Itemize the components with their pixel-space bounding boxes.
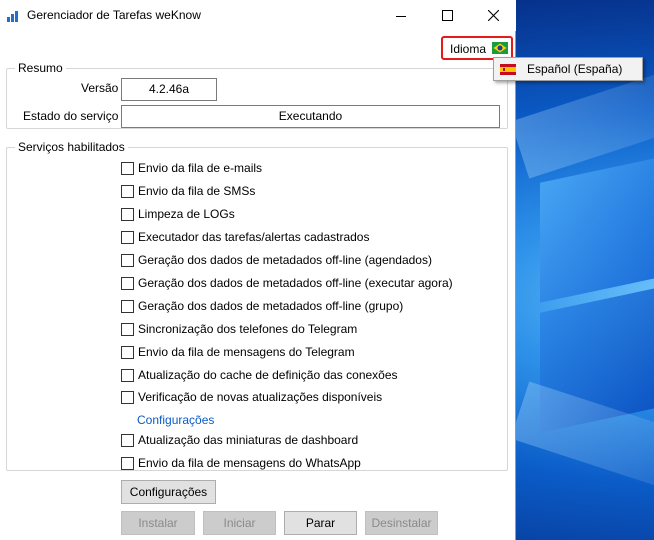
- service-status-field: Executando: [121, 105, 500, 128]
- service-label: Envio da fila de e-mails: [138, 161, 263, 175]
- close-button[interactable]: [470, 0, 516, 31]
- service-label: Envio da fila de SMSs: [138, 184, 256, 198]
- checkbox[interactable]: [121, 230, 134, 244]
- service-checkbox-row[interactable]: Envio da fila de e-mails: [121, 159, 262, 177]
- service-label: Limpeza de LOGs: [138, 207, 235, 221]
- service-label: Executador das tarefas/alertas cadastrad…: [138, 230, 370, 244]
- language-menu-item-es[interactable]: Español (España): [494, 58, 642, 80]
- language-label: Idioma: [450, 42, 487, 56]
- start-button[interactable]: Iniciar: [203, 511, 276, 535]
- checkbox[interactable]: [121, 253, 134, 267]
- title-bar: Gerenciador de Tarefas weKnow: [0, 0, 516, 31]
- brazil-flag-icon: [492, 42, 508, 54]
- checkbox[interactable]: [121, 456, 134, 470]
- service-checkbox-row[interactable]: Executador das tarefas/alertas cadastrad…: [121, 228, 369, 246]
- app-window: Gerenciador de Tarefas weKnow Idioma Res…: [0, 0, 516, 540]
- window-title: Gerenciador de Tarefas weKnow: [27, 8, 201, 22]
- checkbox[interactable]: [121, 276, 134, 290]
- bar-chart-icon: [7, 10, 21, 22]
- service-label: Atualização das miniaturas de dashboard: [138, 433, 359, 447]
- stop-button[interactable]: Parar: [284, 511, 357, 535]
- spain-flag-icon: [500, 64, 516, 75]
- window-logo-pane: [540, 157, 654, 303]
- service-checkbox-row[interactable]: Atualização do cache de definição das co…: [121, 366, 398, 384]
- checkbox[interactable]: [121, 161, 134, 175]
- minimize-button[interactable]: [378, 0, 424, 31]
- service-label: Geração dos dados de metadados off-line …: [138, 276, 453, 290]
- version-label: Versão: [81, 81, 119, 95]
- service-label: Sincronização dos telefones do Telegram: [138, 322, 358, 336]
- version-field: 4.2.46a: [121, 78, 217, 101]
- service-checkbox-row[interactable]: Geração dos dados de metadados off-line …: [121, 251, 432, 269]
- checkbox[interactable]: [121, 345, 134, 359]
- service-checkbox-row[interactable]: Atualização das miniaturas de dashboard: [121, 431, 358, 449]
- checkbox[interactable]: [121, 184, 134, 198]
- checkbox[interactable]: [121, 207, 134, 221]
- services-group-title: Serviços habilitados: [15, 140, 128, 154]
- service-label: Atualização do cache de definição das co…: [138, 368, 398, 382]
- service-checkbox-row[interactable]: Geração dos dados de metadados off-line …: [121, 297, 403, 315]
- service-label: Geração dos dados de metadados off-line …: [138, 299, 404, 313]
- summary-group-title: Resumo: [15, 61, 66, 75]
- checkbox[interactable]: [121, 299, 134, 313]
- settings-button[interactable]: Configurações: [121, 480, 216, 504]
- service-checkbox-row[interactable]: Sincronização dos telefones do Telegram: [121, 320, 357, 338]
- service-label: Geração dos dados de metadados off-line …: [138, 253, 432, 267]
- service-label: Envio da fila de mensagens do WhatsApp: [138, 456, 361, 470]
- close-icon: [487, 10, 499, 21]
- checkbox[interactable]: [121, 390, 134, 404]
- service-label: Verificação de novas atualizações dispon…: [138, 390, 383, 404]
- language-menu: Español (España): [493, 57, 643, 81]
- service-label: Envio da fila de mensagens do Telegram: [138, 345, 355, 359]
- checkbox[interactable]: [121, 433, 134, 447]
- service-checkbox-row[interactable]: Limpeza de LOGs: [121, 205, 235, 223]
- service-checkbox-row[interactable]: Envio da fila de mensagens do Telegram: [121, 343, 355, 361]
- checkbox[interactable]: [121, 368, 134, 382]
- install-button[interactable]: Instalar: [121, 511, 195, 535]
- service-status-label: Estado do serviço: [23, 109, 119, 123]
- minimize-icon: [396, 15, 406, 17]
- language-menu-item-label: Español (España): [527, 62, 623, 76]
- uninstall-button[interactable]: Desinstalar: [365, 511, 438, 535]
- maximize-button[interactable]: [424, 0, 470, 31]
- update-settings-link[interactable]: Configurações: [137, 413, 214, 427]
- service-checkbox-row[interactable]: Envio da fila de mensagens do WhatsApp: [121, 454, 361, 472]
- service-checkbox-row[interactable]: Geração dos dados de metadados off-line …: [121, 274, 453, 292]
- checkbox[interactable]: [121, 322, 134, 336]
- service-checkbox-row[interactable]: Envio da fila de SMSs: [121, 182, 255, 200]
- service-checkbox-row[interactable]: Verificação de novas atualizações dispon…: [121, 388, 382, 406]
- maximize-icon: [441, 10, 453, 21]
